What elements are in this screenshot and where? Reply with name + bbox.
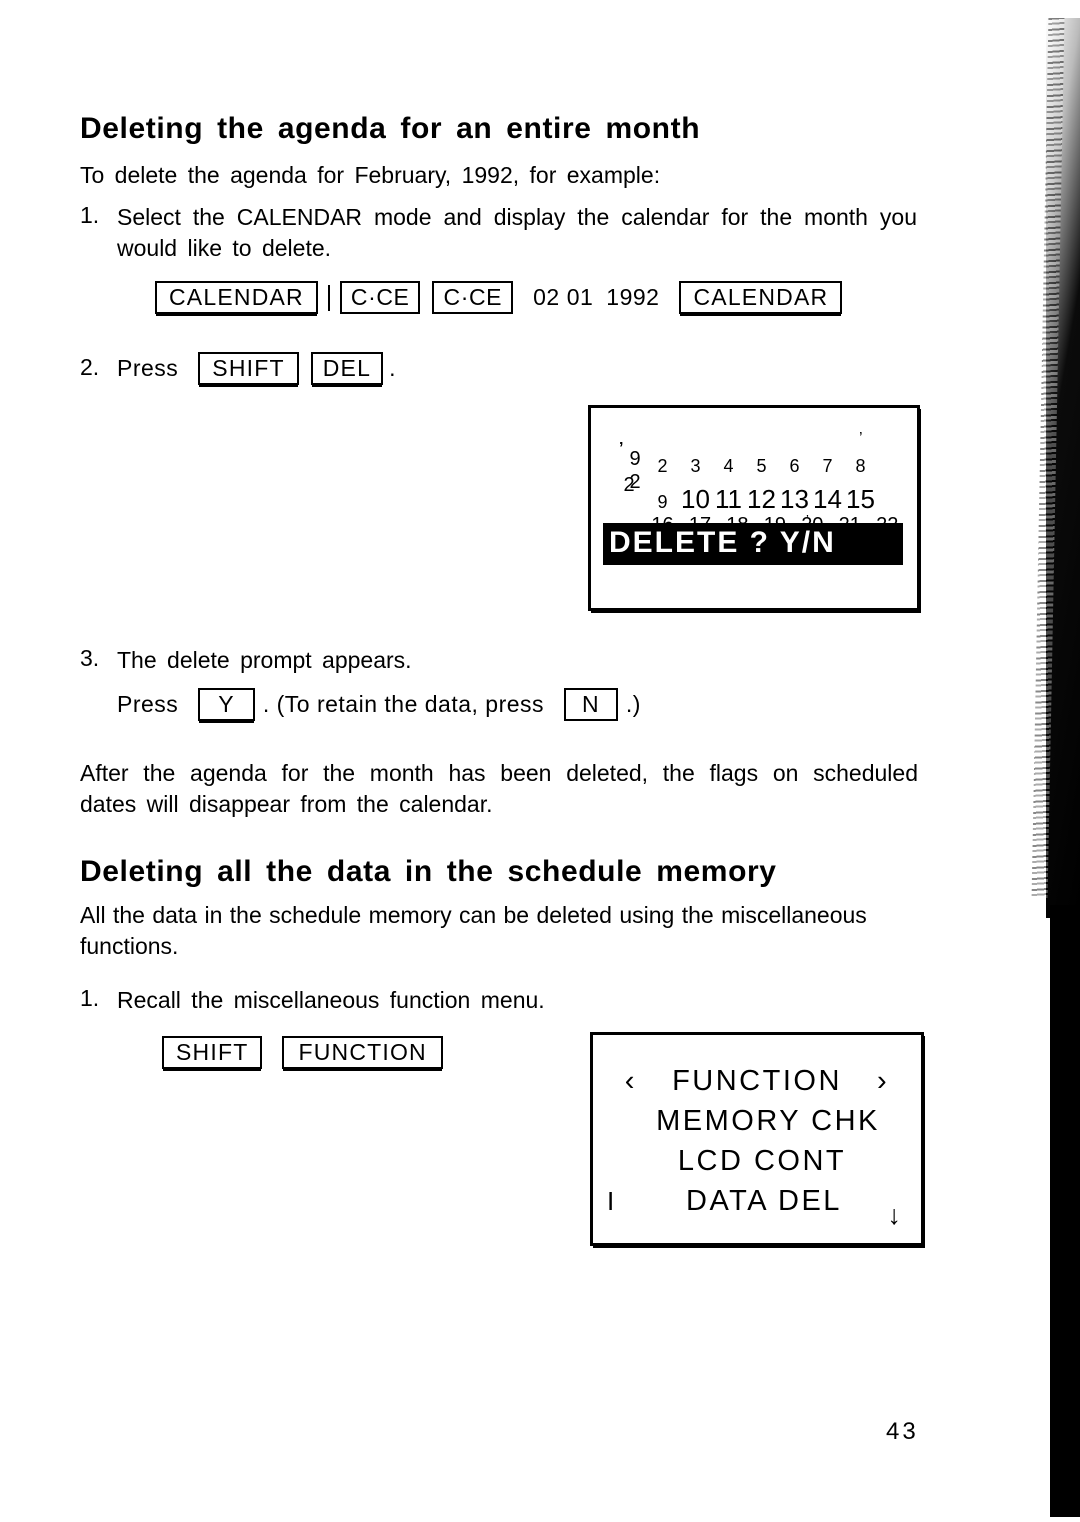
chevron-right-icon: › (877, 1065, 890, 1097)
function-menu-list: ‹ FUNCTION › MEMORY CHK LCD CONT I DATA … (607, 1061, 897, 1221)
lcd-cal-day: 15 (846, 484, 875, 514)
lcd-cal-day: 10 (681, 484, 710, 514)
function-menu-item-lcd-cont[interactable]: LCD CONT (617, 1141, 897, 1181)
lcd-cal-day: 6 (789, 456, 800, 476)
section1-intro: To delete the agenda for February, 1992,… (80, 162, 661, 188)
section1-step3-press-label: Press (117, 691, 179, 717)
section1-step3-row: Press Y . (To retain the data, press N .… (117, 688, 641, 721)
section1-step1-text: Select the CALENDAR mode and display the… (117, 204, 917, 261)
lcd-display-calendar: ’ 9 2 2 ’ 2 3 4 5 6 7 8 9 10 11 12 13 14… (588, 405, 920, 611)
function-menu-item-data-del-label: DATA DEL (686, 1185, 842, 1217)
lcd-cal-day: 5 (756, 456, 767, 476)
key-c-ce-2[interactable]: C·CE (432, 281, 514, 314)
section1-step3-text: The delete prompt appears. (117, 647, 412, 673)
key-c-ce-1[interactable]: C·CE (339, 281, 421, 314)
scroll-down-arrow-icon[interactable]: ↓ (888, 1202, 902, 1229)
key-sequence-function: SHIFT FUNCTION (162, 1036, 443, 1069)
chevron-left-icon: ‹ (624, 1065, 637, 1097)
section1-step2-row: Press SHIFT DEL . (117, 352, 396, 385)
lcd-corner-year-bottom: 2 (623, 474, 635, 496)
key-calendar[interactable]: CALENDAR (155, 281, 318, 314)
section1-step3-tail-text: .) (625, 691, 641, 717)
lcd-calendar-row-1: 2 3 4 5 6 7 8 (646, 456, 877, 477)
key-function[interactable]: FUNCTION (282, 1036, 443, 1069)
document-page: Deleting the agenda for an entire month … (0, 0, 1080, 1522)
lcd-cal-day: 8 (855, 456, 866, 476)
section1-step2-number: 2. (80, 354, 100, 380)
key-date-day[interactable]: 01 (567, 284, 594, 311)
lcd-cal-day: 3 (690, 456, 701, 476)
lcd-flag-topleft: ’ (619, 440, 624, 457)
section2-intro: All the data in the schedule memory can … (80, 902, 867, 959)
scan-edge-artifact-bottom (1050, 905, 1080, 1517)
key-sequence-calendar: CALENDAR C·CE C·CE 02 01 1992 CALENDAR (155, 281, 843, 314)
lcd-cal-day: 11 (715, 484, 742, 514)
section2-step1-text: Recall the miscellaneous function menu. (117, 987, 545, 1013)
section1-step1-number: 1. (80, 202, 100, 228)
lcd-cal-day: 14 (813, 484, 842, 514)
key-del[interactable]: DEL (310, 352, 384, 385)
function-menu-title-row: ‹ FUNCTION › (617, 1061, 897, 1101)
key-n[interactable]: N (564, 688, 618, 721)
lcd-cal-day: 9 (657, 492, 668, 512)
section1-step2-period: . (389, 355, 396, 381)
section2-heading: Deleting all the data in the schedule me… (80, 855, 777, 888)
key-date-month[interactable]: 02 (533, 284, 560, 311)
key-shift[interactable]: SHIFT (198, 352, 299, 385)
lcd-cal-day: 7 (822, 456, 833, 476)
key-sequence-divider (327, 284, 330, 311)
lcd-display-function-menu: ‹ FUNCTION › MEMORY CHK LCD CONT I DATA … (590, 1032, 924, 1246)
section2-step1-number: 1. (80, 985, 100, 1011)
section1-heading: Deleting the agenda for an entire month (80, 112, 701, 145)
section1-step3-mid-text: . (To retain the data, press (262, 691, 545, 717)
key-date-year[interactable]: 1992 (606, 284, 659, 311)
lcd-calendar-row-2: 9 10 11 12 13 14 15 (646, 484, 877, 515)
section1-step3-number: 3. (80, 645, 100, 671)
selection-cursor-icon: I (607, 1186, 617, 1216)
lcd-cal-day: 13 (780, 484, 809, 514)
key-y[interactable]: Y (198, 688, 255, 721)
function-menu-item-memory-chk[interactable]: MEMORY CHK (617, 1101, 897, 1141)
section1-after-text: After the agenda for the month has been … (80, 760, 918, 817)
key-shift-2[interactable]: SHIFT (162, 1036, 263, 1069)
page-number: 43 (886, 1418, 919, 1445)
key-calendar-2[interactable]: CALENDAR (679, 281, 843, 314)
function-menu-item-data-del[interactable]: I DATA DEL (607, 1181, 897, 1221)
section1-step2-press-label: Press (117, 355, 179, 381)
lcd-cal-day: 4 (723, 456, 734, 476)
lcd-delete-prompt-banner: DELETE ? Y/N (603, 523, 903, 565)
lcd-cal-day: 12 (747, 484, 776, 514)
lcd-flag-topright: ’ (859, 430, 863, 447)
lcd-cal-day: 2 (657, 456, 668, 476)
function-menu-title: FUNCTION (672, 1065, 842, 1097)
